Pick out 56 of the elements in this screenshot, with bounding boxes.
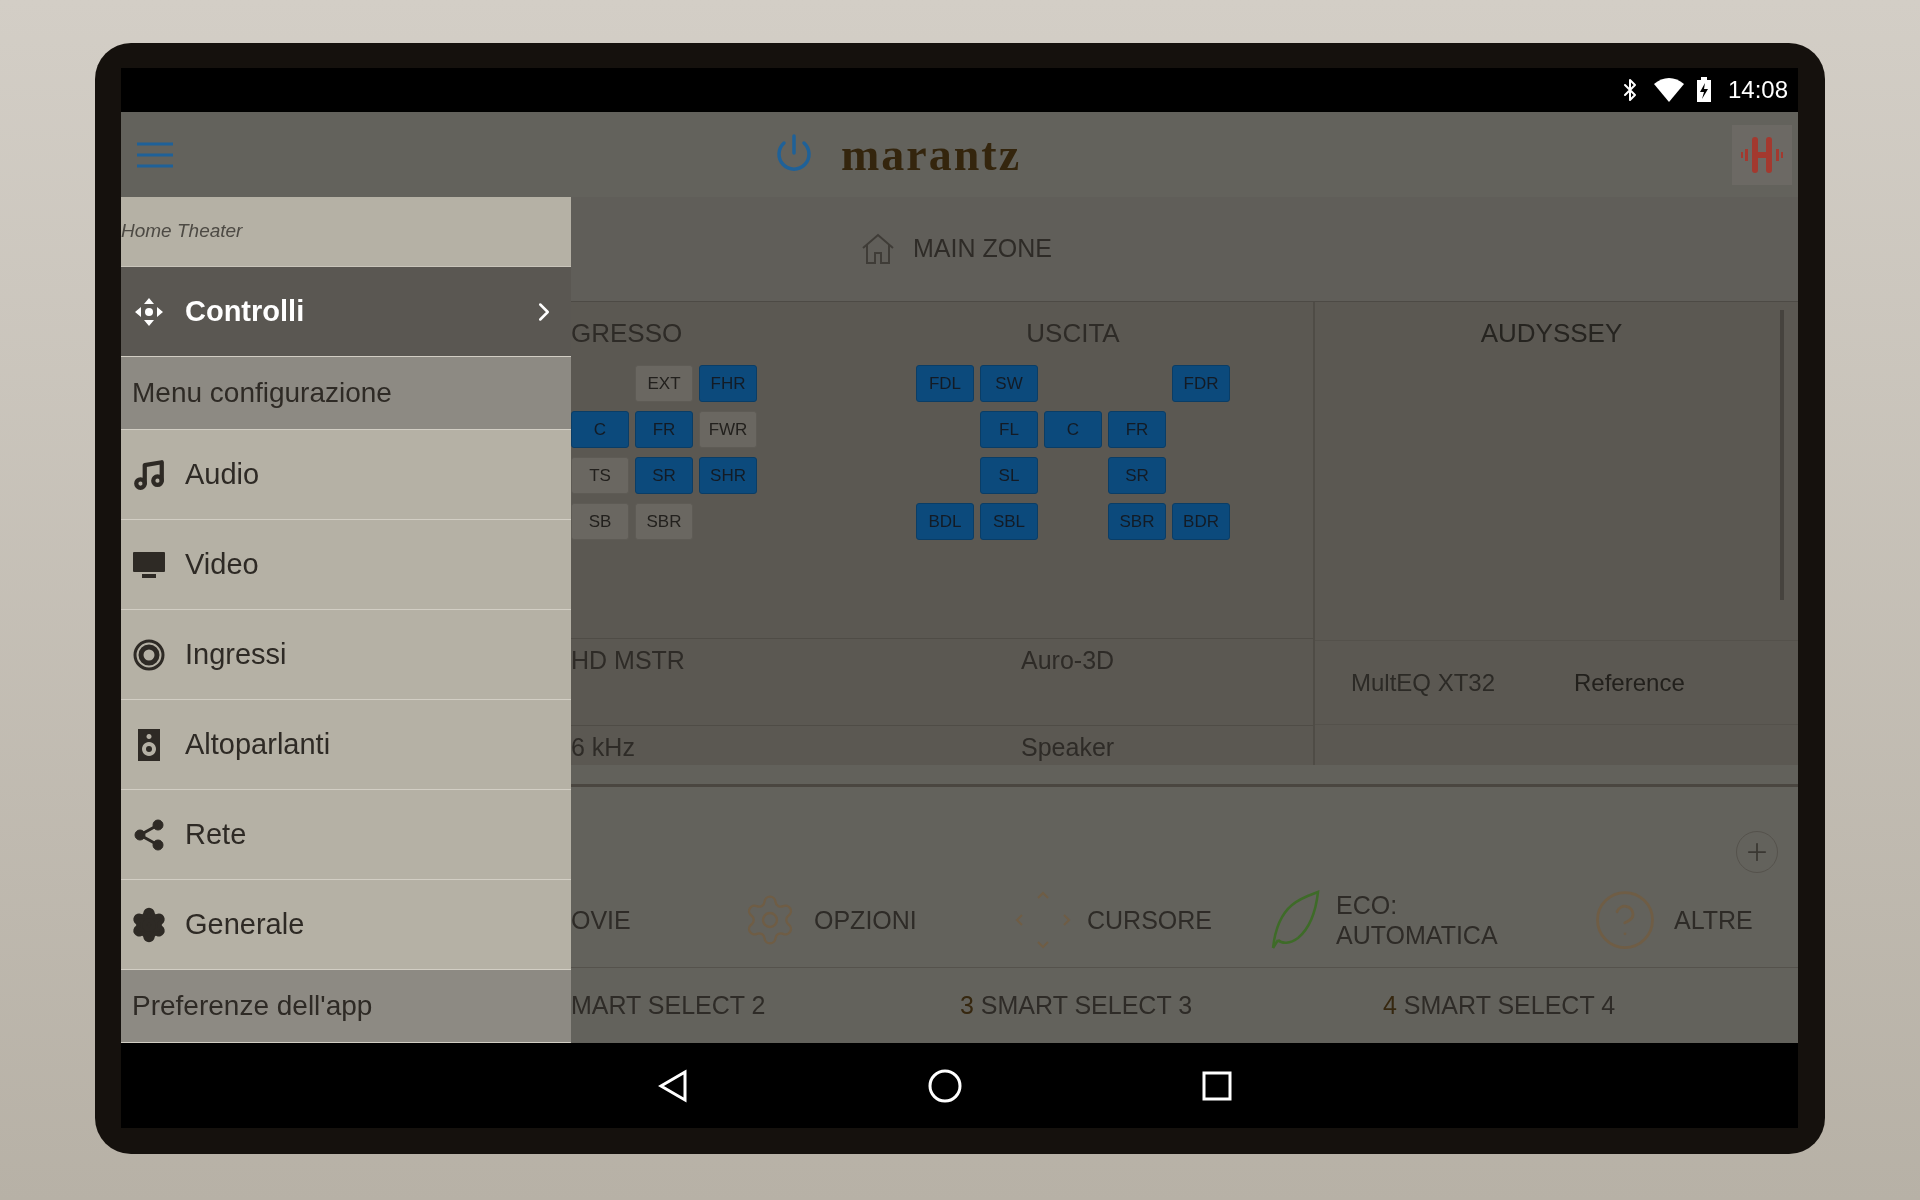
- home-icon: [861, 233, 895, 265]
- menu-section[interactable]: Preferenze dell'app: [121, 970, 571, 1043]
- speaker-channel-button[interactable]: SB: [571, 503, 629, 540]
- smart-select-button[interactable]: MART SELECT 2: [571, 990, 766, 1019]
- menu-item[interactable]: Rete: [121, 790, 571, 879]
- music-note-icon: [132, 457, 166, 492]
- menu-item[interactable]: Video: [121, 520, 571, 609]
- menu-item[interactable]: Ingressi: [121, 610, 571, 699]
- speaker-channel-button[interactable]: C: [1044, 411, 1102, 448]
- audyssey-setting-value: Reference: [1574, 667, 1685, 698]
- home-circle-icon[interactable]: [927, 1068, 962, 1103]
- menu-item[interactable]: Generale: [121, 880, 571, 969]
- brand-logo: marantz: [841, 131, 1022, 178]
- speaker-channel-button[interactable]: FDR: [1172, 365, 1230, 402]
- quick-action-button[interactable]: ALTRE: [1592, 887, 1753, 953]
- speaker-channel-button[interactable]: FL: [980, 411, 1038, 448]
- speaker-channel-button[interactable]: BDR: [1172, 503, 1230, 540]
- share-icon: [134, 818, 164, 851]
- speaker-channel-button[interactable]: SL: [980, 457, 1038, 494]
- menu-item[interactable]: Audio: [121, 430, 571, 519]
- move-arrows-icon: [134, 296, 164, 327]
- monitor-icon: [132, 549, 166, 580]
- speaker-channel-button[interactable]: FDL: [916, 365, 974, 402]
- app-logo-button[interactable]: [1732, 124, 1792, 185]
- speaker-channel-button[interactable]: TS: [571, 457, 629, 494]
- quick-action-button[interactable]: OVIE: [571, 905, 631, 935]
- back-icon[interactable]: [657, 1068, 688, 1103]
- menu-icon[interactable]: [137, 140, 173, 169]
- speaker-channel-button[interactable]: SR: [1108, 457, 1166, 494]
- speaker-channel-button[interactable]: FR: [1108, 411, 1166, 448]
- ring-icon: [133, 638, 165, 671]
- quick-action-button[interactable]: OPZIONI: [742, 892, 917, 948]
- wifi-icon: [1653, 78, 1684, 102]
- recent-apps-icon[interactable]: [1201, 1070, 1232, 1101]
- menu-section[interactable]: Menu configurazione: [121, 357, 571, 430]
- speaker-channel-button[interactable]: SHR: [699, 457, 757, 494]
- drawer-title: Home Theater: [121, 219, 243, 244]
- menu-item[interactable]: Altoparlanti: [121, 700, 571, 789]
- leaf-icon: [1270, 890, 1320, 950]
- speaker-channel-button[interactable]: SBL: [980, 503, 1038, 540]
- menu-item[interactable]: Controlli: [121, 267, 571, 356]
- battery-charging-icon: [1695, 77, 1712, 103]
- speaker-channel-button[interactable]: SBR: [635, 503, 693, 540]
- clock-time: 14:08: [1727, 75, 1788, 105]
- speaker-icon: [137, 727, 161, 762]
- speaker-channel-button[interactable]: FHR: [699, 365, 757, 402]
- speaker-channel-button[interactable]: SBR: [1108, 503, 1166, 540]
- speaker-channel-button[interactable]: SR: [635, 457, 693, 494]
- speaker-channel-button[interactable]: FWR: [699, 411, 757, 448]
- speaker-channel-button[interactable]: SW: [980, 365, 1038, 402]
- speaker-channel-button[interactable]: FR: [635, 411, 693, 448]
- speaker-channel-button[interactable]: BDL: [916, 503, 974, 540]
- speaker-channel-button[interactable]: EXT: [635, 365, 693, 402]
- quick-action-button[interactable]: CURSORE: [1015, 890, 1212, 950]
- quick-action-button[interactable]: ECO: AUTOMATICA: [1270, 890, 1498, 950]
- speaker-channel-button[interactable]: C: [571, 411, 629, 448]
